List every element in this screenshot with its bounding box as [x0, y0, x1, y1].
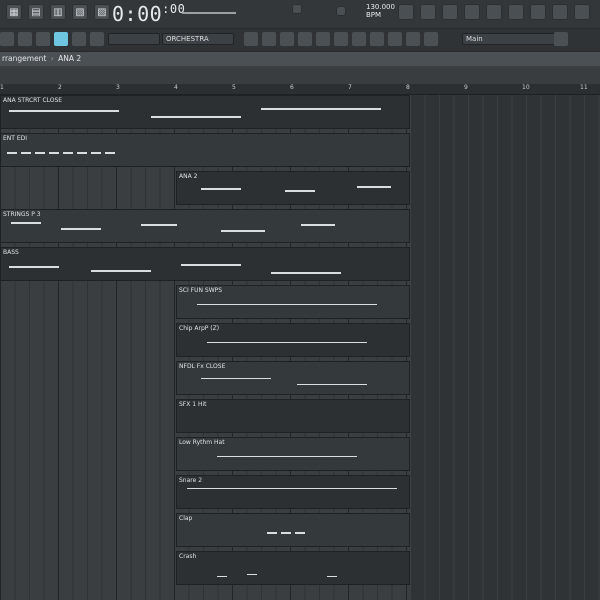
- clip-label: Chip ArpP (Z): [179, 325, 220, 332]
- empty-area: [410, 95, 600, 600]
- clip-row-6[interactable]: SCI FUN SWPS: [176, 285, 410, 319]
- clip-label: SCI FUN SWPS: [179, 287, 223, 294]
- clip-label: ANA STRCRT CLOSE: [3, 97, 63, 104]
- playlist-arrangement[interactable]: ANA STRCRT CLOSE ENT EDI ANA 2 STRINGS P…: [0, 95, 600, 600]
- breadcrumb-root[interactable]: rrangement: [2, 54, 46, 63]
- snap-icon[interactable]: [334, 32, 348, 46]
- plugin-icon[interactable]: [406, 32, 420, 46]
- timeline-tick: 7: [348, 84, 352, 91]
- instrument-name: ORCHESTRA: [166, 35, 209, 43]
- info-icon[interactable]: [574, 4, 590, 20]
- timeline-ruler[interactable]: 1 2 3 4 5 6 7 8 9 10 11: [0, 84, 600, 95]
- timeline-tick: 8: [406, 84, 410, 91]
- playlist-toolbar: ORCHESTRA Main: [0, 29, 600, 52]
- pattern-selector[interactable]: [108, 33, 160, 45]
- pencil-tool-icon[interactable]: [36, 32, 50, 46]
- list-icon[interactable]: [352, 32, 366, 46]
- tempo-unit: BPM: [366, 11, 382, 19]
- brush-tool-icon[interactable]: [18, 32, 32, 46]
- clip-row-3[interactable]: ANA 2: [176, 171, 410, 205]
- timeline-tick: 4: [174, 84, 178, 91]
- clip-row-10[interactable]: Low Rythm Hat: [176, 437, 410, 471]
- timeline-tick: 5: [232, 84, 236, 91]
- patterns-icon[interactable]: [262, 32, 276, 46]
- clip-row-13[interactable]: Crash: [176, 551, 410, 585]
- timeline-tick: 10: [522, 84, 530, 91]
- stop-icon[interactable]: [336, 6, 346, 16]
- zoom-icon[interactable]: [554, 32, 568, 46]
- clip-row-12[interactable]: Clap: [176, 513, 410, 547]
- clip-row-2[interactable]: ENT EDI: [0, 133, 410, 167]
- blend-notes-icon[interactable]: [530, 4, 546, 20]
- clip-label: NFDL Fx CLOSE: [179, 363, 226, 370]
- window-title-breadcrumb: rrangement › ANA 2: [0, 52, 600, 66]
- tempo-display[interactable]: 130.000 BPM: [366, 3, 395, 19]
- channels-icon[interactable]: [280, 32, 294, 46]
- draw-tool-icon[interactable]: [54, 32, 68, 46]
- breadcrumb-current[interactable]: ANA 2: [58, 54, 81, 63]
- clip-row-11[interactable]: Snare 2: [176, 475, 410, 509]
- timeline-tick: 11: [580, 84, 588, 91]
- timeline-tick: 1: [0, 84, 4, 91]
- select-tool-icon[interactable]: [90, 32, 104, 46]
- snap-label: Main: [466, 35, 483, 43]
- help-icon[interactable]: [464, 4, 480, 20]
- clip-row-4[interactable]: STRINGS P 3: [0, 209, 410, 243]
- clip-label: ANA 2: [179, 173, 198, 180]
- slice-tool-icon[interactable]: [72, 32, 86, 46]
- clip-label: STRINGS P 3: [3, 211, 41, 218]
- clip-label: ENT EDI: [3, 135, 28, 142]
- wrench-icon[interactable]: [424, 32, 438, 46]
- clip-row-8[interactable]: NFDL Fx CLOSE: [176, 361, 410, 395]
- countdown-icon[interactable]: [508, 4, 524, 20]
- clip-label: Clap: [179, 515, 193, 522]
- plugins-icon[interactable]: [316, 32, 330, 46]
- mixer-small-icon[interactable]: [298, 32, 312, 46]
- play-icon[interactable]: [292, 4, 302, 14]
- clip-label: SFX 1 Hit: [179, 401, 207, 408]
- metronome-icon[interactable]: [420, 4, 436, 20]
- timeline-tick: 6: [290, 84, 294, 91]
- microphone-icon[interactable]: [370, 32, 384, 46]
- instrument-selector[interactable]: ORCHESTRA: [162, 33, 234, 45]
- clip-label: Low Rythm Hat: [179, 439, 225, 446]
- typing-keyboard-icon[interactable]: [442, 4, 458, 20]
- settings-icon[interactable]: [552, 4, 568, 20]
- piano-roll-icon[interactable]: ▥: [50, 4, 66, 20]
- timeline-tick: 2: [58, 84, 62, 91]
- browser-icon[interactable]: ▧: [72, 4, 88, 20]
- link-icon[interactable]: [388, 32, 402, 46]
- step-edit-icon[interactable]: [486, 4, 502, 20]
- mixer-icon[interactable]: ▦: [6, 4, 22, 20]
- tempo-value: 130.000: [366, 3, 395, 11]
- clip-row-1[interactable]: ANA STRCRT CLOSE: [0, 95, 410, 129]
- playlist-icon[interactable]: ▤: [28, 4, 44, 20]
- time-main: 0:00: [112, 2, 163, 26]
- clip-row-5[interactable]: BASS: [0, 247, 410, 281]
- clip-row-9[interactable]: SFX 1 Hit: [176, 399, 410, 433]
- breadcrumb-separator: ›: [50, 54, 54, 63]
- song-position-display: 0:00:00: [112, 2, 185, 26]
- snap-selector[interactable]: Main: [462, 33, 556, 45]
- timeline-tick: 3: [116, 84, 120, 91]
- clip-label: Crash: [179, 553, 197, 560]
- clip-row-7[interactable]: Chip ArpP (Z): [176, 323, 410, 357]
- clip-label: BASS: [3, 249, 19, 256]
- top-toolbar: ▦ ▤ ▥ ▧ ▨ 0:00:00 130.000 BPM: [0, 0, 600, 29]
- pointer-tool-icon[interactable]: [0, 32, 14, 46]
- channel-rack-icon[interactable]: ▨: [94, 4, 110, 20]
- record-icon[interactable]: [398, 4, 414, 20]
- clip-label: Snare 2: [179, 477, 203, 484]
- piano-keys-icon[interactable]: [244, 32, 258, 46]
- master-pitch-slider[interactable]: [182, 12, 236, 14]
- timeline-tick: 9: [464, 84, 468, 91]
